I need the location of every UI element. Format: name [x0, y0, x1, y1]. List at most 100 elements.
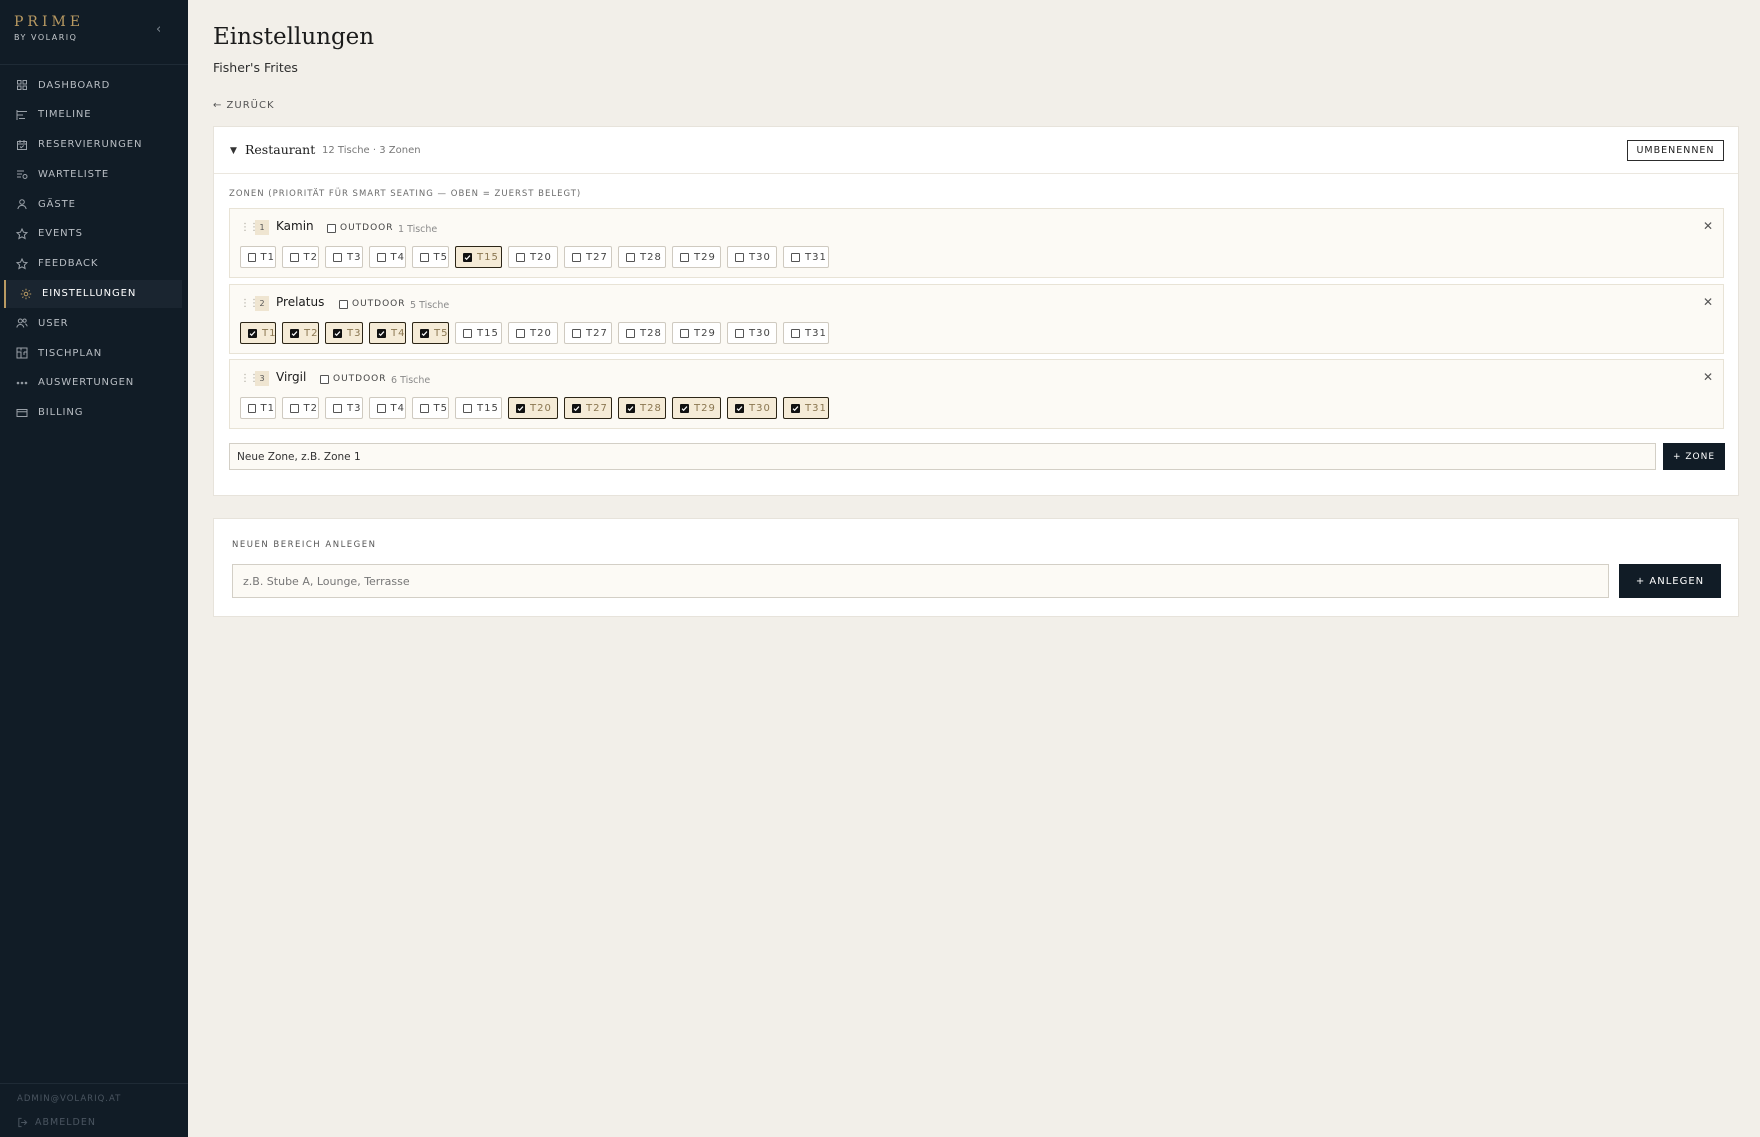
sidebar-item-gäste[interactable]: GÄSTE: [0, 190, 188, 218]
table-chip-label: T28: [640, 251, 662, 263]
sidebar-item-label: TISCHPLAN: [38, 347, 103, 359]
checkbox-icon: [463, 252, 472, 262]
table-chip-t28[interactable]: T28: [618, 397, 666, 419]
checkbox-icon: [626, 403, 635, 413]
new-area-card: NEUEN BEREICH ANLEGEN z.B. Stube A, Loun…: [213, 518, 1739, 617]
close-icon[interactable]: ✕: [1703, 370, 1713, 384]
checkbox-icon: [680, 403, 689, 413]
create-area-button[interactable]: + ANLEGEN: [1619, 564, 1721, 598]
table-chip-t5[interactable]: T5: [412, 397, 449, 419]
table-chip-label: T27: [586, 251, 608, 263]
table-chip-t20[interactable]: T20: [508, 246, 558, 268]
collapse-sidebar-icon[interactable]: ‹: [156, 22, 161, 37]
zone-name[interactable]: Prelatus: [276, 295, 324, 309]
rename-button[interactable]: UMBENENNEN: [1627, 140, 1724, 161]
table-chip-t4[interactable]: T4: [369, 322, 406, 344]
table-chip-label: T2: [303, 251, 318, 263]
logout-button[interactable]: ABMELDEN: [17, 1117, 96, 1128]
table-chip-t3[interactable]: T3: [325, 322, 363, 344]
back-link[interactable]: ← ZURÜCK: [213, 100, 275, 111]
sidebar-item-events[interactable]: EVENTS: [0, 220, 188, 248]
table-chip-t20[interactable]: T20: [508, 322, 558, 344]
table-chip-t2[interactable]: T2: [282, 322, 319, 344]
brand-logo[interactable]: PRIME BY VOLARIQ: [14, 14, 84, 42]
table-chip-t29[interactable]: T29: [672, 246, 721, 268]
table-chip-label: T31: [805, 327, 827, 339]
table-chip-list: T1 T2 T3 T4 T5 T15 T20 T27 T28 T29 T30 T31: [240, 322, 835, 344]
outdoor-checkbox[interactable]: OUTDOOR: [327, 223, 394, 233]
close-icon[interactable]: ✕: [1703, 295, 1713, 309]
table-chip-t30[interactable]: T30: [727, 322, 777, 344]
table-chip-label: T30: [749, 402, 771, 414]
table-chip-label: T31: [805, 402, 827, 414]
table-chip-label: T5: [433, 251, 448, 263]
close-icon[interactable]: ✕: [1703, 219, 1713, 233]
table-chip-t30[interactable]: T30: [727, 246, 777, 268]
sidebar-item-timeline[interactable]: TIMELINE: [0, 101, 188, 129]
table-chip-t1[interactable]: T1: [240, 397, 276, 419]
sidebar-item-billing[interactable]: BILLING: [0, 399, 188, 427]
table-chip-t4[interactable]: T4: [369, 246, 406, 268]
collapse-area-icon[interactable]: ▼: [230, 146, 237, 156]
checkbox-icon: [333, 328, 342, 338]
table-chip-label: T28: [640, 402, 662, 414]
table-chip-t27[interactable]: T27: [564, 397, 612, 419]
checkbox-icon: [333, 252, 342, 262]
sidebar-item-tischplan[interactable]: TISCHPLAN: [0, 339, 188, 367]
add-zone-button[interactable]: + ZONE: [1663, 443, 1725, 470]
outdoor-checkbox[interactable]: OUTDOOR: [320, 374, 387, 384]
table-chip-t29[interactable]: T29: [672, 397, 721, 419]
sidebar-divider: [0, 64, 188, 65]
table-chip-t2[interactable]: T2: [282, 246, 319, 268]
table-chip-t31[interactable]: T31: [783, 397, 829, 419]
sidebar-item-warteliste[interactable]: WARTELISTE: [0, 160, 188, 188]
table-chip-t15[interactable]: T15: [455, 322, 502, 344]
sidebar-bottom-divider: [0, 1083, 188, 1084]
sidebar-item-auswertungen[interactable]: AUSWERTUNGEN: [0, 369, 188, 397]
new-area-input[interactable]: z.B. Stube A, Lounge, Terrasse: [232, 564, 1609, 598]
page-subtitle: Fisher's Frites: [213, 60, 298, 75]
sidebar-item-user[interactable]: USER: [0, 309, 188, 337]
table-chip-t30[interactable]: T30: [727, 397, 777, 419]
zone-name[interactable]: Kamin: [276, 219, 314, 233]
table-chip-list: T1 T2 T3 T4 T5 T15 T20 T27 T28 T29 T30 T31: [240, 246, 835, 268]
table-chip-t31[interactable]: T31: [783, 246, 829, 268]
table-chip-t15[interactable]: T15: [455, 246, 502, 268]
table-chip-t27[interactable]: T27: [564, 246, 612, 268]
table-chip-t15[interactable]: T15: [455, 397, 502, 419]
sidebar-item-feedback[interactable]: FEEDBACK: [0, 250, 188, 278]
table-chip-label: T5: [434, 327, 449, 339]
table-chip-t28[interactable]: T28: [618, 246, 666, 268]
checkbox-icon: [377, 328, 386, 338]
sidebar-item-einstellungen[interactable]: EINSTELLUNGEN: [4, 279, 182, 308]
table-chip-t5[interactable]: T5: [412, 322, 449, 344]
table-chip-t28[interactable]: T28: [618, 322, 666, 344]
table-chip-t27[interactable]: T27: [564, 322, 612, 344]
table-chip-list: T1 T2 T3 T4 T5 T15 T20 T27 T28 T29 T30 T31: [240, 397, 835, 419]
new-zone-input[interactable]: Neue Zone, z.B. Zone 1: [229, 443, 1656, 470]
table-chip-t4[interactable]: T4: [369, 397, 406, 419]
area-card: ▼ Restaurant 12 Tische · 3 Zonen UMBENEN…: [213, 126, 1739, 496]
table-chip-t29[interactable]: T29: [672, 322, 721, 344]
sidebar-item-label: USER: [38, 317, 69, 329]
outdoor-label: OUTDOOR: [333, 374, 387, 384]
checkbox-icon: [572, 252, 581, 262]
table-chip-t31[interactable]: T31: [783, 322, 829, 344]
table-chip-t1[interactable]: T1: [240, 322, 276, 344]
zone-name[interactable]: Virgil: [276, 370, 306, 384]
sidebar-item-dashboard[interactable]: DASHBOARD: [0, 71, 188, 99]
sidebar-item-label: RESERVIERUNGEN: [38, 139, 143, 151]
sidebar-item-reservierungen[interactable]: RESERVIERUNGEN: [0, 131, 188, 159]
table-chip-t3[interactable]: T3: [325, 397, 363, 419]
page-title: Einstellungen: [213, 24, 375, 50]
table-chip-t5[interactable]: T5: [412, 246, 449, 268]
zone-table-count: 5 Tische: [410, 300, 450, 311]
table-chip-label: T3: [347, 402, 362, 414]
table-chip-t20[interactable]: T20: [508, 397, 558, 419]
table-chip-t1[interactable]: T1: [240, 246, 276, 268]
table-chip-label: T5: [433, 402, 448, 414]
table-chip-t3[interactable]: T3: [325, 246, 363, 268]
outdoor-checkbox[interactable]: OUTDOOR: [339, 299, 406, 309]
checkbox-icon: [320, 374, 329, 384]
table-chip-t2[interactable]: T2: [282, 397, 319, 419]
